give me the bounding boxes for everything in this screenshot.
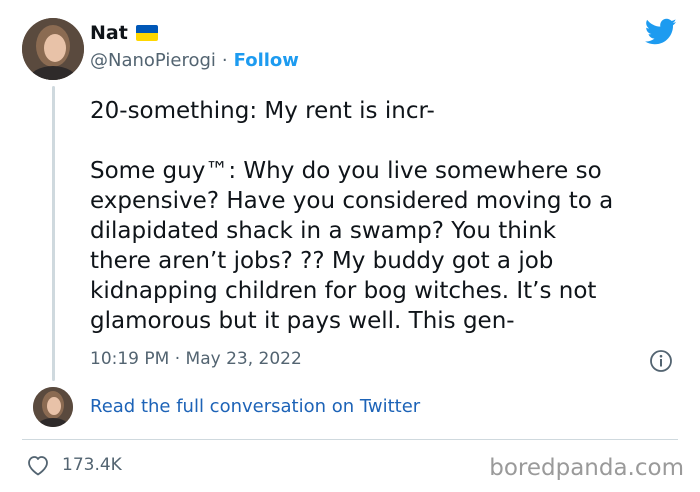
- heart-icon[interactable]: [26, 454, 50, 476]
- user-name-row: Nat: [90, 22, 158, 44]
- watermark: boredpanda.com: [489, 455, 684, 481]
- like-count: 173.4K: [62, 455, 122, 475]
- info-icon[interactable]: [649, 349, 673, 373]
- avatar-small-photo: [33, 387, 73, 427]
- user-handle[interactable]: @NanoPierogi: [90, 50, 216, 71]
- avatar[interactable]: [22, 18, 84, 80]
- follow-button[interactable]: Follow: [234, 50, 299, 71]
- tweet-text: 20-something: My rent is incr- Some guy™…: [90, 98, 614, 334]
- thread-line: [52, 86, 55, 381]
- user-name[interactable]: Nat: [90, 22, 128, 44]
- read-conversation-link[interactable]: Read the full conversation on Twitter: [90, 396, 420, 417]
- separator: ·: [221, 50, 228, 71]
- avatar-photo: [22, 18, 84, 80]
- handle-row: @NanoPierogi · Follow: [90, 50, 299, 71]
- avatar-small[interactable]: [33, 387, 73, 427]
- divider: [22, 439, 678, 440]
- like-row[interactable]: 173.4K: [26, 454, 122, 476]
- tweet-timestamp[interactable]: 10:19 PM · May 23, 2022: [90, 349, 302, 369]
- twitter-bird-icon[interactable]: [645, 18, 677, 46]
- ukraine-flag-icon: [135, 25, 158, 41]
